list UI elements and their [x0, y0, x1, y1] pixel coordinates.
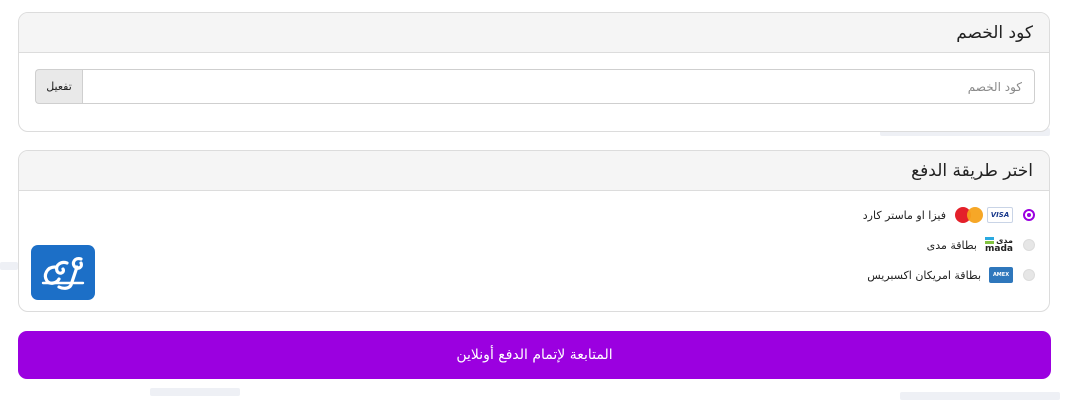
site-logo	[31, 245, 95, 300]
coupon-card-title: كود الخصم	[19, 13, 1049, 53]
payment-logos: مدى mada	[985, 235, 1013, 255]
proceed-to-payment-button[interactable]: المتابعة لإتمام الدفع أونلاين	[18, 331, 1051, 379]
payment-logos: AMEX	[989, 267, 1013, 283]
payment-option-label: بطاقة مدى	[926, 238, 977, 252]
payment-method-card: اختر طريقة الدفع VISA فيزا او ماستر كارد…	[18, 150, 1050, 312]
radio-amex[interactable]	[1023, 269, 1035, 281]
coupon-form: تفعيل	[35, 69, 1035, 104]
visa-icon: VISA	[987, 207, 1013, 223]
mastercard-icon	[954, 207, 984, 223]
payment-option-mada[interactable]: مدى mada بطاقة مدى	[927, 234, 1035, 256]
activate-coupon-button[interactable]: تفعيل	[35, 69, 82, 104]
background-decoration	[150, 388, 240, 396]
payment-option-amex[interactable]: AMEX بطاقة امريكان اكسبريس	[867, 264, 1035, 286]
payment-logos: VISA	[954, 207, 1013, 223]
amex-icon: AMEX	[989, 267, 1013, 283]
radio-visa-mastercard[interactable]	[1023, 209, 1035, 221]
payment-option-visa-mastercard[interactable]: VISA فيزا او ماستر كارد	[863, 204, 1035, 226]
background-decoration	[900, 392, 1060, 400]
radio-mada[interactable]	[1023, 239, 1035, 251]
background-decoration	[0, 262, 18, 270]
payment-option-label: فيزا او ماستر كارد	[862, 208, 946, 222]
coupon-input[interactable]	[82, 69, 1035, 104]
payment-option-label: بطاقة امريكان اكسبريس	[867, 268, 981, 282]
coupon-card: كود الخصم تفعيل	[18, 12, 1050, 132]
payment-card-title: اختر طريقة الدفع	[19, 151, 1049, 191]
mada-icon: مدى mada	[985, 235, 1013, 255]
mada-icon-text: mada	[985, 244, 1013, 254]
